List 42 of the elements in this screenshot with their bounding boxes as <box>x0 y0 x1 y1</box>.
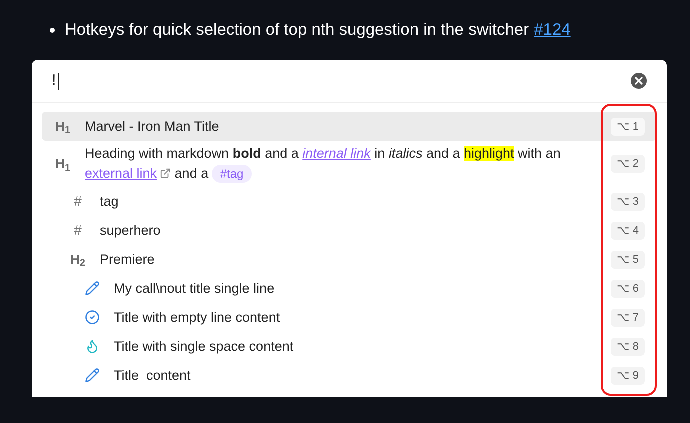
hotkey-badge: ⌥ 2 <box>610 155 645 173</box>
result-title: Title with single space content <box>114 338 294 354</box>
result-title: My call\nout title single line <box>114 280 275 296</box>
result-title: Title content <box>114 368 191 382</box>
external-link-icon <box>160 168 172 179</box>
hash-marker: # <box>74 192 82 211</box>
clear-icon[interactable] <box>631 73 647 89</box>
result-title: Premiere <box>100 252 155 266</box>
result-row[interactable]: Title with empty line content ⌥ 7 <box>42 303 657 332</box>
result-title: Marvel - Iron Man Title <box>85 118 220 134</box>
hotkey-badge: ⌥ 4 <box>610 222 645 240</box>
result-row[interactable]: # superhero ⌥ 4 <box>42 216 657 245</box>
heading-marker: H$_{1}$ <box>56 155 70 174</box>
hotkey-badge: ⌥ 8 <box>610 338 645 356</box>
result-row[interactable]: # tag ⌥ 3 <box>42 187 657 216</box>
hotkey-badge: ⌥ 6 <box>610 280 645 298</box>
heading-marker: H$_{2}$ <box>70 250 86 270</box>
external-link[interactable]: external link <box>85 166 158 181</box>
heading-marker: H$_{1}$ <box>56 118 70 136</box>
result-row[interactable]: H$_{1}$ Marvel - Iron Man Title ⌥ 1 <box>42 112 657 141</box>
pencil-icon <box>84 281 100 296</box>
hotkey-badge: ⌥ 5 <box>610 250 645 268</box>
hotkey-badge: ⌥ 3 <box>610 192 645 210</box>
check-circle-icon <box>84 310 100 325</box>
result-title: Title with empty line content <box>114 310 280 324</box>
hotkey-badge: ⌥ 9 <box>610 366 645 384</box>
result-row[interactable]: Title content ⌥ 9 <box>42 361 657 390</box>
issue-link[interactable]: #124 <box>534 18 571 42</box>
result-row[interactable]: My call\nout title single line ⌥ 6 <box>42 274 657 303</box>
result-title: tag <box>100 194 119 208</box>
tag-pill: #tag <box>212 165 252 183</box>
pencil-icon <box>84 368 100 383</box>
result-row[interactable]: H$_{2}$ Premiere ⌥ 5 <box>42 245 657 274</box>
result-row[interactable]: Title with single space content ⌥ 8 <box>42 332 657 361</box>
bullet-text: Hotkeys for quick selection of top nth suggestion in the switcher <box>65 20 530 41</box>
flame-icon <box>84 339 100 354</box>
search-field[interactable]: ! <box>52 70 631 92</box>
hotkey-badge: ⌥ 7 <box>610 308 645 326</box>
internal-link[interactable]: internal link <box>302 146 371 161</box>
hash-marker: # <box>74 221 82 240</box>
result-title: superhero <box>100 222 161 238</box>
hotkey-badge: ⌥ 1 <box>610 118 645 136</box>
